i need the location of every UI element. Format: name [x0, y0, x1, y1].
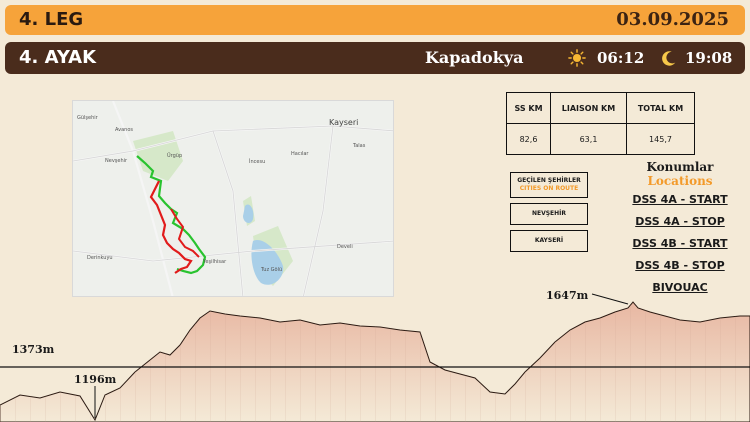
elevation-profile [0, 293, 750, 422]
elevation-min-label: 1196m [74, 373, 117, 386]
max-pointer [591, 293, 629, 305]
elevation-max-label: 1647m [546, 289, 589, 302]
elevation-mid-label: 1373m [12, 343, 55, 356]
